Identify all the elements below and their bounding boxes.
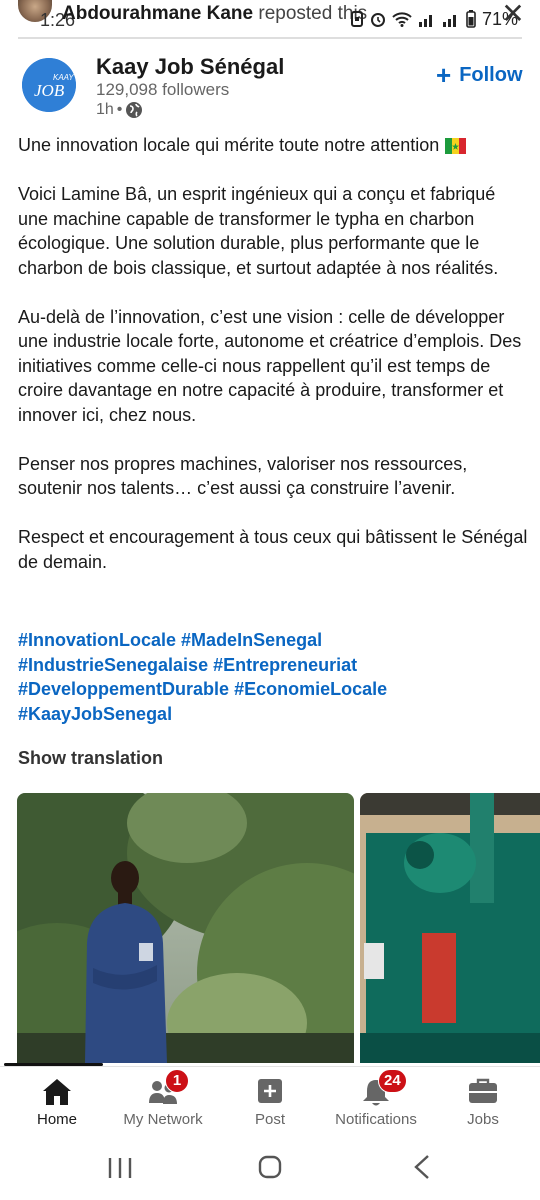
close-icon[interactable]: ✕ (500, 0, 526, 28)
hashtag[interactable]: #IndustrieSenegalaise (18, 655, 208, 675)
signal-icon (419, 15, 432, 27)
briefcase-icon (469, 1078, 497, 1103)
reposter-name[interactable]: Abdourahmane Kane (62, 3, 253, 24)
follow-button[interactable]: + Follow (436, 62, 523, 88)
repost-header[interactable]: Abdourahmane Kane reposted this (62, 3, 367, 25)
battery-icon (466, 10, 476, 28)
hashtag[interactable]: #KaayJobSenegal (18, 704, 172, 724)
system-navigation (0, 1136, 540, 1200)
divider (18, 37, 522, 39)
post-paragraph: Penser nos propres machines, valoriser n… (18, 453, 468, 499)
status-icons: 71% (350, 9, 518, 29)
signal-icon-2 (443, 15, 456, 27)
nav-label: Home (36, 1111, 77, 1128)
post-meta: 1h • (96, 100, 143, 120)
follower-count: 129,098 followers (96, 80, 230, 99)
post-time: 1h (96, 101, 114, 118)
nav-label: Jobs (467, 1111, 499, 1128)
post-body: Une innovation locale qui mérite toute n… (18, 133, 528, 599)
nav-notifications[interactable]: 24 Notifications (322, 1067, 430, 1137)
nav-my-network[interactable]: 1 My Network (109, 1067, 217, 1137)
hashtag[interactable]: #InnovationLocale (18, 630, 176, 650)
home-button-icon[interactable] (250, 1152, 290, 1182)
screenshot-icon (351, 11, 363, 27)
hashtag[interactable]: #EconomieLocale (234, 679, 387, 699)
nav-label: Notifications (335, 1111, 417, 1128)
post-image-portrait[interactable] (17, 793, 354, 1063)
nav-post[interactable]: Post (216, 1067, 324, 1137)
nav-home[interactable]: Home (3, 1067, 111, 1137)
recent-apps-icon[interactable] (100, 1152, 140, 1182)
globe-icon (126, 102, 143, 118)
company-logo[interactable]: KAAY JOB (22, 58, 76, 112)
nav-jobs[interactable]: Jobs (429, 1067, 537, 1137)
post-paragraph: Respect et encouragement à tous ceux qui… (18, 527, 528, 572)
meta-separator: • (116, 101, 123, 118)
network-badge: 1 (165, 1069, 189, 1093)
wifi-icon (392, 12, 412, 27)
hashtag[interactable]: #MadeInSenegal (181, 630, 322, 650)
hashtag[interactable]: #Entrepreneuriat (213, 655, 357, 675)
nav-label: My Network (123, 1111, 203, 1128)
nav-label: Post (254, 1111, 285, 1128)
hashtag[interactable]: #DeveloppementDurable (18, 679, 229, 699)
alarm-icon (371, 13, 385, 27)
follow-label: Follow (459, 63, 523, 86)
post-paragraph: Une innovation locale qui mérite toute n… (18, 133, 528, 158)
company-name[interactable]: Kaay Job Sénégal (96, 54, 284, 80)
notifications-badge: 24 (378, 1069, 407, 1093)
plus-icon: + (436, 60, 452, 90)
logo-text-bottom: JOB (34, 81, 65, 100)
post-icon (258, 1079, 282, 1103)
show-translation-link[interactable]: Show translation (18, 748, 163, 769)
senegal-flag-icon (445, 138, 467, 154)
post-paragraph: Au-delà de l’innovation, c’est une visio… (18, 306, 522, 425)
back-icon[interactable] (402, 1152, 442, 1182)
post-paragraph: Voici Lamine Bâ, un esprit ingénieux qui… (18, 184, 499, 278)
home-icon (43, 1079, 71, 1105)
hashtag-list: #InnovationLocale #MadeInSenegal #Indust… (18, 628, 528, 727)
bottom-navigation: Home 1 My Network Post 24 Notifications … (0, 1066, 540, 1136)
post-image-machine[interactable] (360, 793, 540, 1063)
status-bar: 1:26 Abdourahmane Kane reposted this 71%… (0, 0, 540, 34)
